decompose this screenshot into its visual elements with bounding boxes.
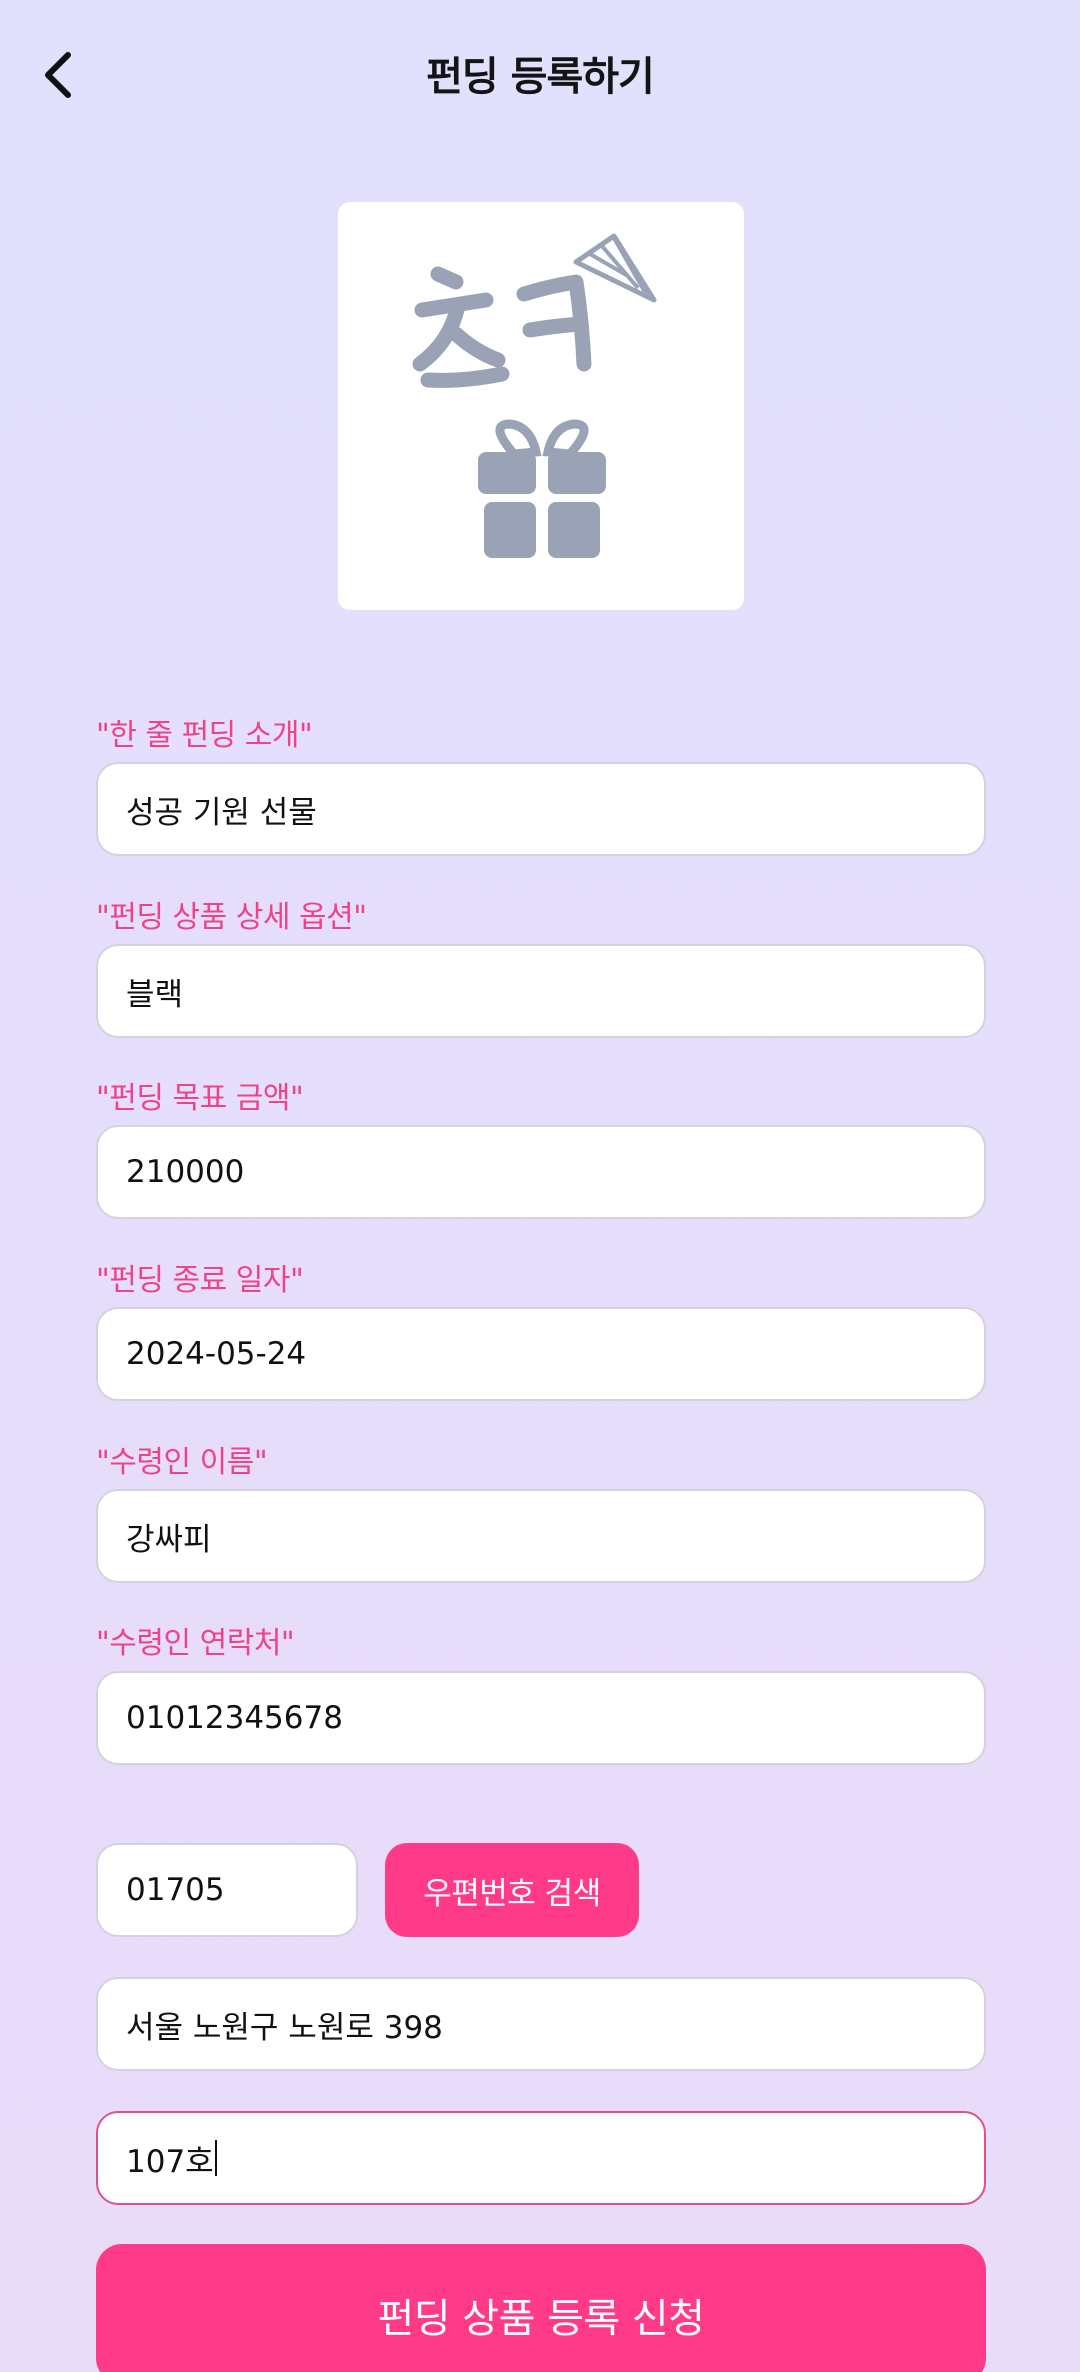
option-label: "펀딩 상품 상세 옵션" (96, 900, 367, 935)
recipient-phone-label: "수령인 연락처" (96, 1626, 295, 1661)
goal-label: "펀딩 목표 금액" (96, 1081, 304, 1116)
recipient-phone-value: 01012345678 (126, 1700, 343, 1736)
address-input[interactable]: 서울 노원구 노원로 398 (96, 1977, 986, 2071)
option-value: 블랙 (126, 976, 184, 1013)
page-title: 펀딩 등록하기 (426, 54, 655, 100)
text-caret (214, 2140, 217, 2176)
end-date-value: 2024-05-24 (126, 1336, 307, 1372)
goal-value: 210000 (126, 1154, 245, 1190)
recipient-name-input[interactable]: 강싸피 (96, 1489, 986, 1583)
end-date-label: "펀딩 종료 일자" (96, 1263, 304, 1298)
end-date-input[interactable]: 2024-05-24 (96, 1307, 986, 1401)
address-value: 서울 노원구 노원로 398 (126, 2009, 443, 2046)
recipient-phone-input[interactable]: 01012345678 (96, 1671, 986, 1765)
product-image-upload[interactable] (338, 202, 744, 610)
zipcode-input[interactable]: 01705 (96, 1843, 358, 1937)
product-image (412, 233, 657, 558)
address-detail-value: 107호 (126, 2143, 214, 2180)
gift-icon (478, 419, 606, 558)
address-detail-input[interactable]: 107호 (96, 2111, 986, 2205)
intro-value: 성공 기원 선물 (126, 794, 317, 831)
intro-input[interactable]: 성공 기원 선물 (96, 762, 986, 856)
recipient-name-value: 강싸피 (126, 1521, 212, 1558)
recipient-name-label: "수령인 이름" (96, 1445, 268, 1480)
goal-input[interactable]: 210000 (96, 1125, 986, 1219)
intro-label: "한 줄 펀딩 소개" (96, 718, 313, 753)
option-input[interactable]: 블랙 (96, 944, 986, 1038)
zipcode-search-button[interactable]: 우편번호 검색 (385, 1843, 639, 1937)
header: 펀딩 등록하기 (0, 0, 1080, 150)
zipcode-value: 01705 (126, 1872, 225, 1908)
party-hat-icon (573, 233, 657, 303)
submit-funding-button[interactable]: 펀딩 상품 등록 신청 (96, 2244, 986, 2372)
